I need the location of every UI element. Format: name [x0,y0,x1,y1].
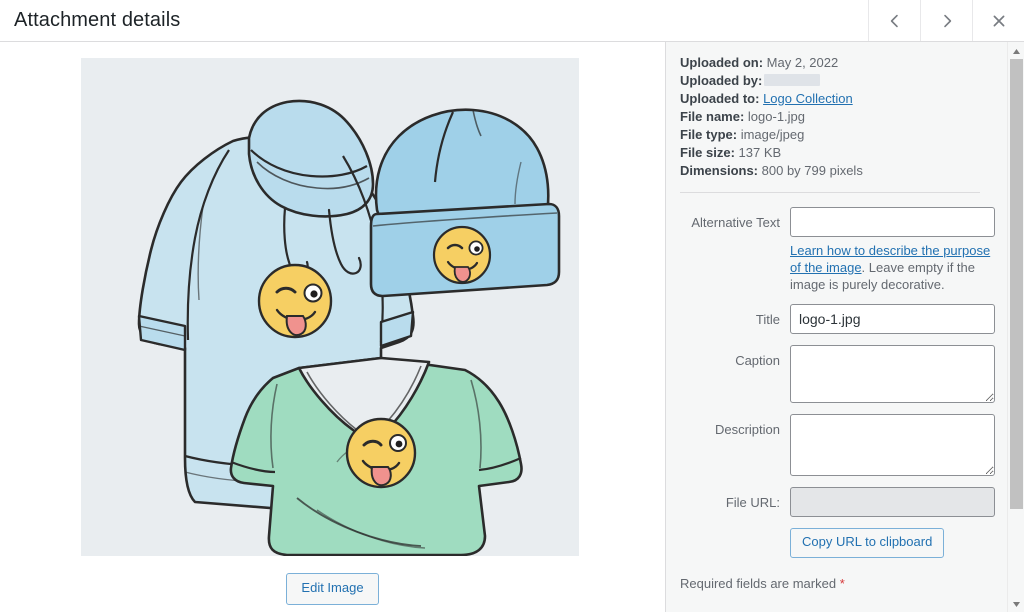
meta-file-size-label: File size: [680,145,735,160]
caption-label: Caption [735,353,780,368]
attachment-metadata: Uploaded on: May 2, 2022 Uploaded by: Up… [680,54,1006,180]
copy-url-row: Copy URL to clipboard [680,528,1006,558]
alt-text-helper: Learn how to describe the purpose of the… [790,242,995,293]
field-row-alt-text: Alternative Text Learn how to describe t… [680,207,1006,293]
chevron-left-icon [887,13,903,29]
file-url-input[interactable] [790,487,995,517]
meta-file-name-label: File name: [680,109,745,124]
modal-header: Attachment details [0,0,1024,42]
meta-uploaded-by-value-redacted [764,74,821,86]
meta-file-type-value: image/jpeg [740,127,805,142]
uploaded-to-link[interactable]: Logo Collection [763,91,853,106]
attachment-fields-form: Alternative Text Learn how to describe t… [680,193,1006,591]
meta-file-size: File size: 137 KB [680,144,1006,162]
attachment-details-modal: Attachment details Edit Image Uploaded o… [0,0,1024,612]
previous-attachment-button[interactable] [868,0,920,41]
field-row-description: Description [680,414,1006,476]
meta-uploaded-by: Uploaded by: [680,72,1006,90]
title-input[interactable] [790,304,995,334]
required-fields-note: Required fields are marked * [680,576,1006,591]
merch-illustration [81,58,579,556]
scroll-up-button[interactable] [1008,42,1024,59]
alt-text-label: Alternative Text [691,215,780,230]
scrollbar-thumb[interactable] [1009,59,1023,510]
meta-file-type: File type: image/jpeg [680,126,1006,144]
meta-uploaded-on-value: May 2, 2022 [766,55,839,70]
scrollbar-track[interactable] [1008,59,1024,595]
required-asterisk: * [839,575,845,591]
caret-up-icon [1012,42,1021,60]
meta-dimensions: Dimensions: 800 by 799 pixels [680,162,1006,180]
copy-url-to-clipboard-button[interactable]: Copy URL to clipboard [790,528,945,558]
close-modal-button[interactable] [972,0,1024,41]
meta-uploaded-to-label: Uploaded to: [680,91,760,106]
caret-down-icon [1012,595,1021,612]
header-actions [868,0,1024,41]
edit-image-button[interactable]: Edit Image [286,573,379,605]
field-row-title: Title [680,304,1006,334]
meta-file-name-value: logo-1.jpg [747,109,806,124]
title-label: Title [755,312,780,327]
media-preview-pane: Edit Image [0,42,666,612]
description-textarea[interactable] [790,414,995,476]
next-attachment-button[interactable] [920,0,972,41]
description-label: Description [714,422,780,437]
modal-body: Edit Image Uploaded on: May 2, 2022 Uplo… [0,42,1024,612]
chevron-right-icon [939,13,955,29]
meta-file-type-label: File type: [680,127,738,142]
meta-file-name: File name: logo-1.jpg [680,108,1006,126]
meta-file-size-value: 137 KB [738,145,782,160]
page-title: Attachment details [14,9,181,31]
required-fields-text: Required fields are marked [680,575,840,591]
copy-url-spacer [680,528,790,558]
alt-text-input[interactable] [790,207,995,237]
sidebar-scrollbar[interactable] [1007,42,1024,612]
meta-dimensions-value: 800 by 799 pixels [761,163,863,178]
meta-dimensions-label: Dimensions: [680,163,759,178]
meta-uploaded-to: Uploaded to: Logo Collection [680,90,1006,108]
field-row-caption: Caption [680,345,1006,403]
field-row-file-url: File URL: [680,487,1006,517]
edit-image-row: Edit Image [0,573,665,605]
scroll-down-button[interactable] [1008,595,1024,612]
meta-uploaded-on: Uploaded on: May 2, 2022 [680,54,1006,72]
attachment-details-sidebar: Uploaded on: May 2, 2022 Uploaded by: Up… [666,42,1024,612]
close-icon [991,13,1007,29]
meta-uploaded-by-label: Uploaded by: [680,73,763,88]
file-url-label: File URL: [725,495,780,510]
attachment-thumbnail[interactable] [81,58,579,556]
meta-uploaded-on-label: Uploaded on: [680,55,764,70]
caption-textarea[interactable] [790,345,995,403]
